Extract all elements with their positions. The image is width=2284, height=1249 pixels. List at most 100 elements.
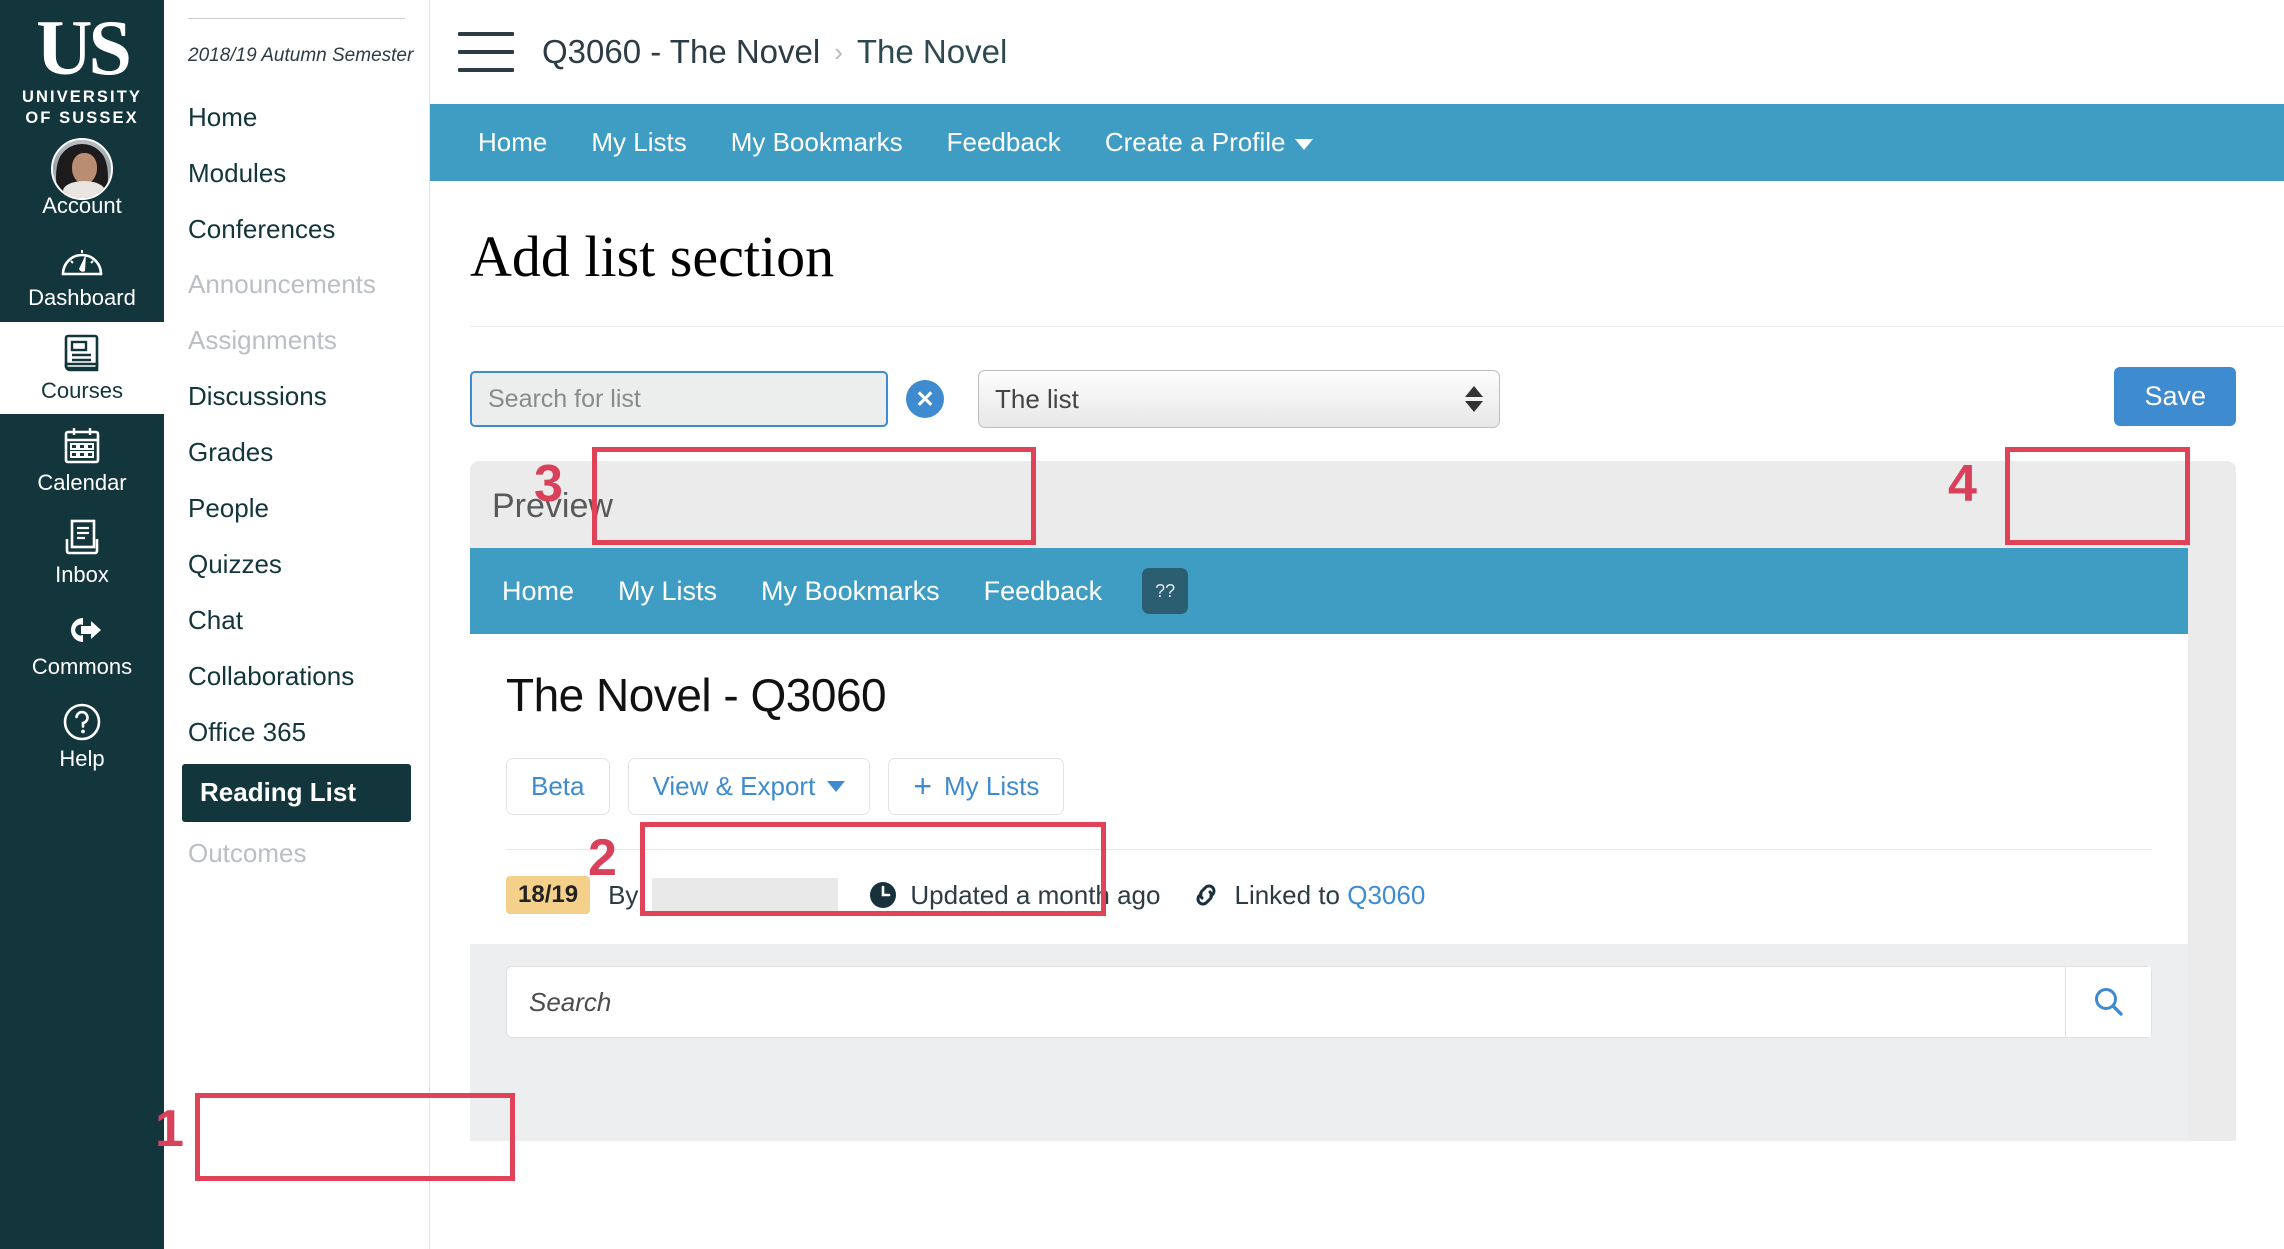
annotation-number-2: 2 xyxy=(588,829,617,887)
search-for-list-input[interactable] xyxy=(470,371,888,427)
rl-nav-create-profile[interactable]: Create a Profile xyxy=(1083,127,1336,158)
add-section-form: ✕ The list Save xyxy=(430,327,2284,445)
save-button[interactable]: Save xyxy=(2114,367,2236,426)
course-nav-item-discussions[interactable]: Discussions xyxy=(188,369,405,425)
preview-list-title: The Novel - Q3060 xyxy=(506,669,887,721)
view-export-label: View & Export xyxy=(652,771,816,801)
linked-to-label: Linked to xyxy=(1234,879,1341,910)
global-nav-label: Help xyxy=(59,746,105,772)
global-nav-label: Inbox xyxy=(55,562,109,588)
clear-search-icon[interactable]: ✕ xyxy=(906,380,944,418)
updated-text: Updated a month ago xyxy=(910,879,1161,910)
reading-list-app: Home My Lists My Bookmarks Feedback Crea… xyxy=(430,104,2284,1141)
global-nav-label: Dashboard xyxy=(28,285,136,311)
preview-metadata: 18/19 By Updated a month ago Linked to Q… xyxy=(470,850,2188,914)
avatar-icon xyxy=(51,138,113,201)
course-nav-item-collaborations[interactable]: Collaborations xyxy=(188,649,405,705)
add-my-lists-button[interactable]: + My Lists xyxy=(888,758,1065,815)
course-nav-item-grades[interactable]: Grades xyxy=(188,425,405,481)
magnifier-icon[interactable] xyxy=(2065,967,2151,1037)
divider xyxy=(188,18,405,19)
calendar-icon xyxy=(61,423,103,469)
preview-search-area xyxy=(470,944,2188,1141)
annotation-number-1: 1 xyxy=(155,1100,184,1158)
top-bar: Q3060 - The Novel › The Novel xyxy=(430,0,2284,104)
clock-icon xyxy=(868,880,898,910)
reading-list-nav: Home My Lists My Bookmarks Feedback Crea… xyxy=(430,104,2284,181)
course-nav-item-assignments[interactable]: Assignments xyxy=(188,313,405,369)
course-term-label: 2018/19 Autumn Semester xyxy=(188,45,414,66)
add-my-lists-label: My Lists xyxy=(944,771,1040,801)
global-nav-item-inbox[interactable]: Inbox xyxy=(0,506,164,598)
university-logo: US UNIVERSITY OF SUSSEX xyxy=(0,8,164,137)
course-nav-item-announcements[interactable]: Announcements xyxy=(188,257,405,313)
course-nav-item-modules[interactable]: Modules xyxy=(188,146,405,202)
chevron-down-icon xyxy=(1295,138,1314,150)
question-circle-icon xyxy=(61,699,103,745)
global-nav-label: Commons xyxy=(31,654,133,680)
preview-nav-badge[interactable]: ?? xyxy=(1142,568,1189,614)
breadcrumb: Q3060 - The Novel › The Novel xyxy=(542,33,1007,71)
global-nav-item-help[interactable]: Help xyxy=(0,690,164,782)
search-group: ✕ xyxy=(470,371,944,427)
rl-nav-feedback[interactable]: Feedback xyxy=(925,127,1083,158)
breadcrumb-item-current[interactable]: The Novel xyxy=(857,33,1007,71)
beta-button-label: Beta xyxy=(531,771,585,801)
global-nav-label: Courses xyxy=(41,377,123,403)
preview-nav-home[interactable]: Home xyxy=(480,576,596,607)
preview-page: The Novel - Q3060 Beta View & Export + M… xyxy=(470,634,2188,1141)
chain-link-icon xyxy=(1190,880,1222,910)
page-body: Add list section ✕ The list Save Previe xyxy=(430,181,2284,1141)
view-export-button[interactable]: View & Export xyxy=(627,758,871,815)
global-navigation: US UNIVERSITY OF SUSSEX Account Dashboard xyxy=(0,0,164,1249)
hamburger-icon[interactable] xyxy=(458,32,514,72)
list-type-select[interactable]: The list xyxy=(978,370,1500,428)
book-icon xyxy=(61,331,103,377)
year-badge: 18/19 xyxy=(506,876,591,914)
rl-nav-home[interactable]: Home xyxy=(456,127,569,158)
gauge-icon xyxy=(60,238,104,284)
list-type-select-value: The list xyxy=(995,383,1079,414)
global-nav-item-courses[interactable]: Courses xyxy=(0,321,164,414)
main-content: Q3060 - The Novel › The Novel Home My Li… xyxy=(430,0,2284,1249)
course-navigation: 2018/19 Autumn Semester Home Modules Con… xyxy=(164,0,430,1249)
course-nav-item-office365[interactable]: Office 365 xyxy=(188,705,405,761)
app-root: US UNIVERSITY OF SUSSEX Account Dashboard xyxy=(0,0,2284,1249)
preview-nav: Home My Lists My Bookmarks Feedback ?? xyxy=(470,548,2188,634)
preview-search-bar xyxy=(506,966,2152,1038)
course-nav-item-quizzes[interactable]: Quizzes xyxy=(188,537,405,593)
preview-nav-my-bookmarks[interactable]: My Bookmarks xyxy=(739,576,962,607)
global-nav-item-calendar[interactable]: Calendar xyxy=(0,414,164,506)
rl-nav-my-lists[interactable]: My Lists xyxy=(569,127,708,158)
global-nav-item-commons[interactable]: Commons xyxy=(0,598,164,690)
course-nav-item-conferences[interactable]: Conferences xyxy=(188,202,405,258)
inbox-icon xyxy=(61,515,103,561)
logo-wordmark: UNIVERSITY OF SUSSEX xyxy=(21,88,143,128)
global-nav-label: Calendar xyxy=(37,469,127,495)
annotation-number-4: 4 xyxy=(1948,455,1977,513)
linked-course-code[interactable]: Q3060 xyxy=(1347,880,1425,911)
course-nav-item-reading-list[interactable]: Reading List xyxy=(182,764,411,823)
page-title: Add list section xyxy=(470,224,835,289)
beta-button[interactable]: Beta xyxy=(506,758,610,815)
rl-nav-create-profile-label: Create a Profile xyxy=(1104,127,1286,157)
rl-nav-my-bookmarks[interactable]: My Bookmarks xyxy=(709,127,925,158)
course-nav-item-chat[interactable]: Chat xyxy=(188,593,405,649)
plus-icon: + xyxy=(913,767,933,804)
course-nav-item-people[interactable]: People xyxy=(188,481,405,537)
annotation-number-3: 3 xyxy=(534,455,563,513)
global-nav-item-account[interactable]: Account xyxy=(0,137,164,229)
by-value-redacted xyxy=(652,878,839,912)
preview-panel: Preview Home My Lists My Bookmarks Feedb… xyxy=(470,461,2236,1141)
commons-arrow-icon xyxy=(59,607,105,653)
course-nav-item-home[interactable]: Home xyxy=(188,90,405,146)
preview-action-buttons: Beta View & Export + My Lists xyxy=(470,722,2188,815)
preview-nav-feedback[interactable]: Feedback xyxy=(962,576,1125,607)
breadcrumb-separator: › xyxy=(834,36,843,67)
chevron-down-icon xyxy=(827,781,846,792)
preview-search-input[interactable] xyxy=(507,986,2065,1018)
preview-nav-my-lists[interactable]: My Lists xyxy=(596,576,739,607)
breadcrumb-item-course[interactable]: Q3060 - The Novel xyxy=(542,33,820,71)
global-nav-item-dashboard[interactable]: Dashboard xyxy=(0,229,164,321)
course-nav-item-outcomes[interactable]: Outcomes xyxy=(188,826,405,882)
